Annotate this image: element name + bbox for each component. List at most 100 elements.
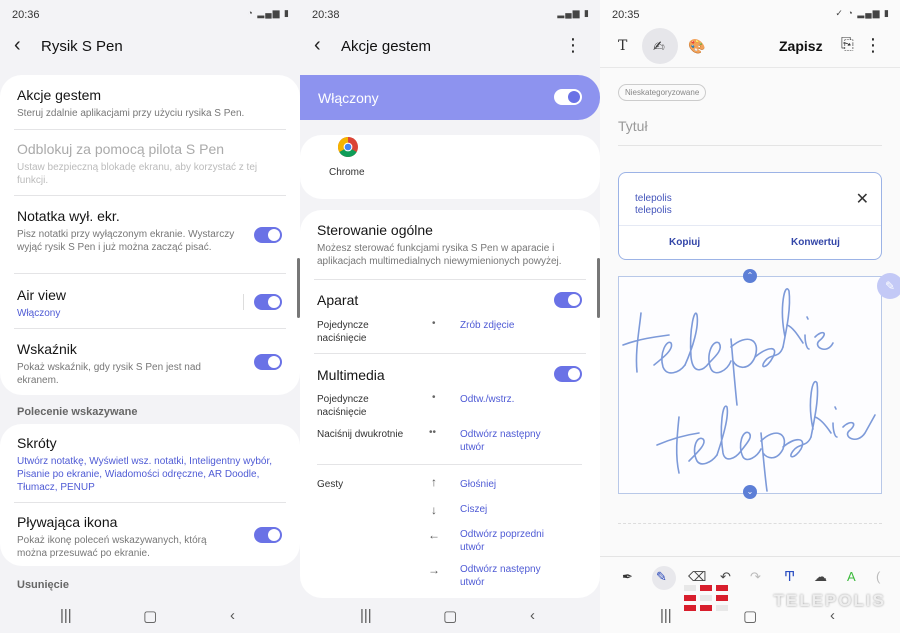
master-switch-toggle[interactable] [554, 89, 582, 105]
chrome-label: Chrome [329, 167, 365, 178]
setting-label: Air view [17, 287, 67, 303]
status-icons: ▂▄▆ ▮ [557, 8, 590, 18]
media-single-press-label: Pojedyncze naciśnięcie [317, 394, 369, 418]
vertical-separator [243, 294, 244, 310]
text-mode-icon[interactable]: T [618, 38, 627, 54]
title-field[interactable]: Tytuł [618, 118, 648, 134]
home-icon[interactable]: ▢ [143, 607, 157, 625]
floating-command-icon[interactable]: ✎ [877, 273, 900, 299]
setting-label: Skróty [17, 435, 57, 451]
status-icons: ✓ ◔ ▂▄▆ ▮ [835, 8, 890, 18]
setting-air-view[interactable]: Air view Włączony [17, 287, 240, 320]
status-time: 20:35 [612, 9, 640, 21]
setting-gesture-actions[interactable]: Akcje gestem Steruj zdalnie aplikacjami … [17, 87, 286, 120]
fountain-pen-icon[interactable]: ✒ [622, 569, 633, 585]
camera-toggle[interactable] [554, 292, 582, 308]
more-tools-icon[interactable]: ( [876, 569, 880, 584]
settings-s-pen-screen: 20:36 ◔ ▂▄▆ ▮ ‹ Rysik S Pen Akcje gestem… [0, 0, 300, 633]
arrow-left-icon: ← [428, 528, 440, 542]
screen-off-memo-toggle[interactable] [254, 227, 282, 243]
navigation-bar: ||| ▢ ‹ [0, 599, 300, 633]
arrow-right-icon: → [428, 563, 440, 577]
multimedia-title: Multimedia [317, 367, 385, 383]
handwriting-style-icon[interactable]: A [847, 569, 856, 584]
pen-icon[interactable]: ✎ [656, 569, 667, 585]
section-header-removal: Usunięcie [17, 579, 69, 591]
camera-single-press-action[interactable]: Zrób zdjęcie [460, 319, 514, 332]
setting-desc: Steruj zdalnie aplikacjami przy użyciu r… [17, 108, 245, 119]
shape-icon[interactable]: ☁ [814, 569, 827, 585]
setting-pointer[interactable]: Wskaźnik Pokaż wskaźnik, gdy rysik S Pen… [17, 341, 240, 387]
notes-screen: 20:35 ✓ ◔ ▂▄▆ ▮ T ✍ 🎨 Zapisz ⎘ ⋮ Nieskat… [600, 0, 900, 633]
telepolis-watermark: TELEPOLIS [684, 585, 886, 611]
recent-apps-icon[interactable]: ||| [360, 607, 372, 624]
copy-button[interactable]: Kopiuj [669, 237, 700, 248]
home-icon[interactable]: ▢ [443, 607, 457, 625]
status-bar: 20:35 ✓ ◔ ▂▄▆ ▮ [600, 0, 900, 30]
toolbar-divider [600, 67, 900, 68]
gesture-up-action[interactable]: Głośniej [460, 478, 496, 491]
palette-icon[interactable]: 🎨 [688, 38, 705, 55]
setting-label: Pływająca ikona [17, 514, 118, 530]
media-double-press-action[interactable]: Odtwórz następny utwór [460, 428, 560, 454]
handwriting-strokes [622, 288, 876, 492]
recent-apps-icon[interactable]: ||| [660, 607, 672, 624]
pen-mode-icon[interactable]: ✍ [653, 38, 665, 55]
back-icon[interactable]: ‹ [314, 34, 334, 58]
section-title: Sterowanie ogólne [317, 222, 433, 238]
divider [14, 502, 286, 503]
setting-floating-icon[interactable]: Pływająca ikona Pokaż ikonę poleceń wska… [17, 514, 222, 560]
setting-shortcuts[interactable]: Skróty Utwórz notatkę, Wyświetl wsz. not… [17, 435, 286, 494]
gesture-down-action[interactable]: Ciszej [460, 503, 487, 516]
converted-text-line: telepolis [635, 193, 672, 204]
category-tag[interactable]: Nieskategoryzowane [618, 84, 707, 101]
setting-label: Wskaźnik [17, 341, 77, 357]
multimedia-row[interactable]: Multimedia [317, 367, 586, 383]
divider [314, 353, 586, 354]
gesture-right-action[interactable]: Odtwórz następny utwór [460, 563, 560, 589]
pointer-toggle[interactable] [254, 354, 282, 370]
gesture-actions-screen: 20:38 ▂▄▆ ▮ ‹ Akcje gestem ⋮ Włączony Ch… [300, 0, 600, 633]
master-switch-bar[interactable]: Włączony [300, 75, 600, 120]
back-nav-icon[interactable]: ‹ [230, 607, 235, 624]
close-icon[interactable]: ✕ [856, 189, 869, 209]
air-view-toggle[interactable] [254, 294, 282, 310]
navigation-bar: ||| ▢ ‹ [300, 599, 600, 633]
undo-icon[interactable]: ↶ [720, 569, 731, 585]
back-nav-icon[interactable]: ‹ [530, 607, 535, 624]
recent-apps-icon[interactable]: ||| [60, 607, 72, 624]
single-dot-icon: • [432, 318, 436, 329]
redo-icon[interactable]: ↷ [750, 569, 761, 585]
setting-desc: Pisz notatki przy wyłączonym ekranie. Wy… [17, 229, 235, 253]
notes-toolbar: T ✍ 🎨 Zapisz ⎘ ⋮ [600, 28, 900, 66]
setting-unlock-remote: Odblokuj za pomocą pilota S Pen Ustaw be… [17, 141, 286, 187]
ruled-line [618, 523, 882, 524]
resize-handle-top[interactable]: ⌃ [743, 269, 757, 283]
divider [14, 273, 286, 274]
gesture-left-action[interactable]: Odtwórz poprzedni utwór [460, 528, 560, 554]
more-options-icon[interactable]: ⋮ [864, 36, 882, 54]
convert-to-text-icon[interactable]: Ͳ [784, 569, 795, 585]
setting-desc: Ustaw bezpieczną blokadę ekranu, aby kor… [17, 162, 258, 186]
attach-icon[interactable]: ⎘ [841, 36, 854, 54]
back-icon[interactable]: ‹ [14, 34, 34, 58]
status-bar: 20:38 ▂▄▆ ▮ [300, 0, 600, 30]
settings-card: Akcje gestem Steruj zdalnie aplikacjami … [0, 75, 300, 395]
floating-icon-toggle[interactable] [254, 527, 282, 543]
handwriting-area[interactable] [618, 276, 882, 494]
save-button[interactable]: Zapisz [779, 38, 823, 54]
media-single-press-action[interactable]: Odtw./wstrz. [460, 393, 514, 406]
convert-button[interactable]: Konwertuj [791, 237, 840, 248]
setting-screen-off-memo[interactable]: Notatka wył. ekr. Pisz notatki przy wyłą… [17, 208, 250, 254]
suggested-card: Skróty Utwórz notatkę, Wyświetl wsz. not… [0, 424, 300, 566]
setting-status: Włączony [17, 308, 61, 319]
resize-handle-bottom[interactable]: ⌄ [743, 485, 757, 499]
more-options-icon[interactable]: ⋮ [564, 36, 582, 54]
eraser-icon[interactable]: ⌫ [688, 569, 706, 585]
setting-label: Akcje gestem [17, 87, 102, 103]
camera-single-press-label: Pojedyncze naciśnięcie [317, 320, 369, 344]
camera-row[interactable]: Aparat [317, 292, 586, 308]
divider [317, 464, 582, 465]
chrome-icon[interactable] [338, 137, 358, 157]
multimedia-toggle[interactable] [554, 366, 582, 382]
